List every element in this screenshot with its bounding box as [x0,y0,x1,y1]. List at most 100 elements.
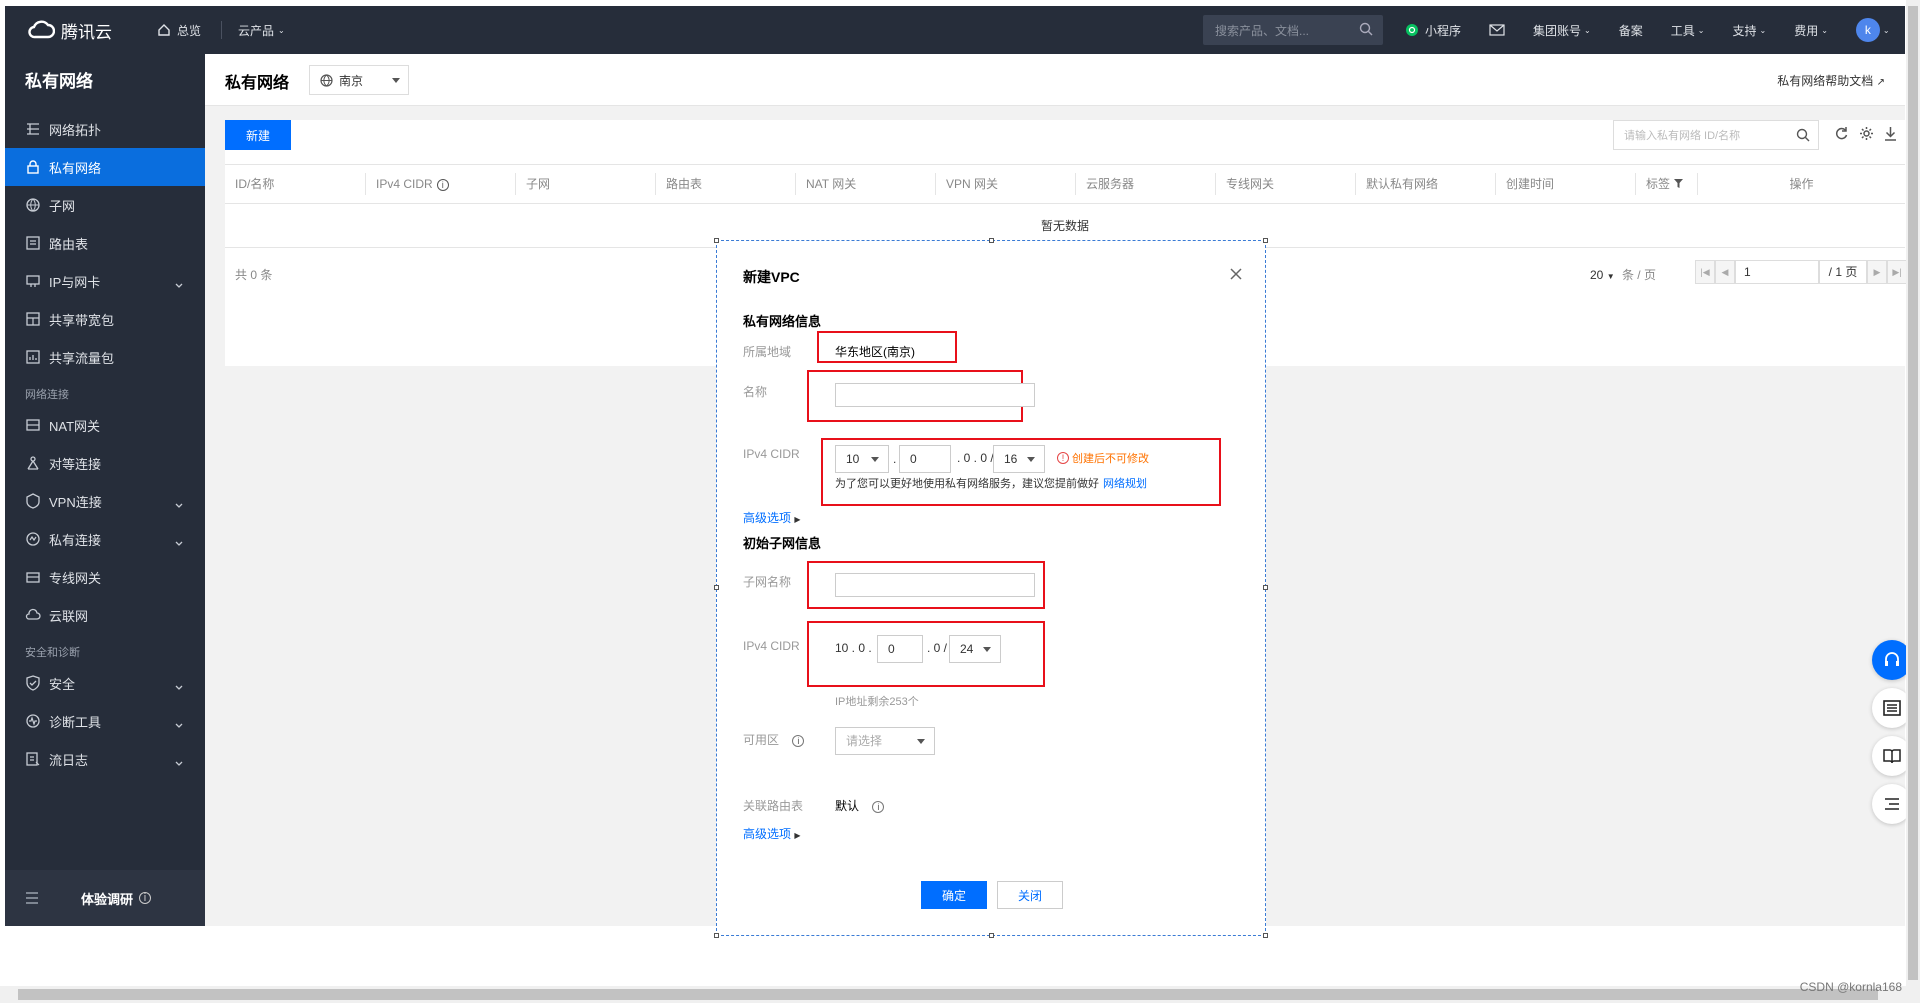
region-select[interactable]: 南京 [309,65,409,95]
sidebar-item-shield[interactable]: 安全 [5,664,205,702]
cidr-suffix: . 0 . 0 / [957,451,994,465]
confirm-button[interactable]: 确定 [921,881,987,909]
resize-handle[interactable] [714,585,719,590]
chevron-down-icon: ⌄ [278,25,285,35]
group-account-menu[interactable]: 集团账号 ⌄ [1533,22,1591,39]
refresh-icon[interactable] [1834,126,1849,141]
sidebar-item-label: 诊断工具 [49,714,102,730]
sidebar-item-network-card[interactable]: IP与网卡 [5,262,205,300]
column-header-label: 默认私有网络 [1366,177,1439,191]
tencent-cloud-logo[interactable]: 腾讯云 [27,18,127,43]
zone-label-text: 可用区 [743,733,780,747]
caret-down-icon [1027,457,1035,462]
close-icon[interactable] [1229,267,1243,281]
resize-handle[interactable] [989,933,994,938]
filing-link[interactable]: 备案 [1619,22,1643,39]
watermark: CSDN @kornla168 [1799,980,1902,994]
peering-icon [25,455,41,471]
sidebar: 私有网络 网络拓扑 私有网络 子网 路由表 IP与网卡 共享带宽包 共享流量包 网络连接 N… [5,54,205,926]
zone-placeholder: 请选择 [846,734,883,748]
sidebar-item-route-table[interactable]: 路由表 [5,224,205,262]
subnet-name-input[interactable] [835,573,1035,597]
sidebar-item-label: 私有网络 [49,160,102,176]
column-header: 云服务器 [1075,173,1215,195]
zone-select[interactable]: 请选择 [835,727,935,755]
global-search-input[interactable]: 搜索产品、文档... [1203,15,1383,45]
column-header-label: 创建时间 [1506,177,1555,191]
sidebar-item-private-link[interactable]: 私有连接 [5,520,205,558]
support-label: 支持 [1732,23,1757,38]
resize-handle[interactable] [714,238,719,243]
advanced-options-link-2[interactable]: 高级选项 ▶ [743,825,801,842]
overview-link[interactable]: 总览 [157,22,201,39]
user-menu[interactable]: k ⌄ [1855,18,1890,42]
mini-program-link[interactable]: 小程序 [1405,22,1461,39]
tools-menu[interactable]: 工具 ⌄ [1671,22,1705,39]
info-icon[interactable]: i [436,178,449,191]
survey-link[interactable]: 体验调研 [81,889,133,908]
vpc-name-input[interactable] [835,383,1035,407]
products-menu[interactable]: 云产品 ⌄ [238,22,285,39]
globe-icon [25,197,41,213]
resize-handle[interactable] [714,933,719,938]
filter-icon[interactable] [1670,177,1684,191]
next-page-button[interactable]: ▶ [1867,260,1887,284]
page-number-input[interactable]: 1 [1735,260,1819,284]
sidebar-item-traffic[interactable]: 共享流量包 [5,338,205,376]
vertical-scrollbar[interactable] [1906,0,1920,1003]
settings-gear-icon[interactable] [1859,126,1874,141]
sidebar-item-globe[interactable]: 子网 [5,186,205,224]
first-page-button[interactable]: |◀ [1695,260,1715,284]
support-menu[interactable]: 支持 ⌄ [1732,22,1766,39]
sidebar-item-nat[interactable]: NAT网关 [5,406,205,444]
subnet-mask-select[interactable]: 24 [949,635,1001,663]
sidebar-item-topology[interactable]: 网络拓扑 [5,110,205,148]
mail-button[interactable] [1489,24,1505,36]
resize-handle[interactable] [989,238,994,243]
sidebar-item-flow-log[interactable]: 流日志 [5,740,205,778]
page-size-select[interactable]: 20 ▼ 条 / 页 [1590,266,1656,283]
search-icon[interactable] [1796,128,1810,142]
sidebar-item-bandwidth[interactable]: 共享带宽包 [5,300,205,338]
sidebar-item-dc-gateway[interactable]: 专线网关 [5,558,205,596]
close-button[interactable]: 关闭 [997,881,1063,909]
column-header: NAT 网关 [795,173,935,195]
resize-handle[interactable] [1263,585,1268,590]
prev-page-button[interactable]: ◀ [1715,260,1735,284]
new-vpc-dialog: 新建VPC 私有网络信息 所属地域 华东地区(南京) 名称 IPv4 CIDR … [714,238,1268,938]
network-planning-link[interactable]: 网络规划 [1103,478,1147,490]
sidebar-item-lock[interactable]: 私有网络 [5,148,205,186]
resize-handle[interactable] [1263,238,1268,243]
sidebar-item-diagnose[interactable]: 诊断工具 [5,702,205,740]
sidebar-item-ccn[interactable]: 云联网 [5,596,205,634]
column-header: ID/名称 [225,173,365,195]
cidr-octet-b-input[interactable]: 0 [899,445,951,473]
vpc-search-input[interactable]: 请输入私有网络 ID/名称 [1613,120,1819,150]
sidebar-item-peering[interactable]: 对等连接 [5,444,205,482]
scrollbar-thumb[interactable] [1908,6,1918,980]
new-vpc-button[interactable]: 新建 [225,120,291,150]
cidr-mask-select[interactable]: 16 [993,445,1045,473]
chevron-down-icon: ⌄ [1821,25,1828,35]
collapse-menu-icon[interactable] [25,892,39,904]
help-doc-link[interactable]: 私有网络帮助文档 ↗ [1777,72,1885,89]
scrollbar-thumb[interactable] [18,989,1878,1000]
sidebar-item-vpn[interactable]: VPN连接 [5,482,205,520]
column-header: IPv4 CIDR i [365,173,515,195]
subnet-name-label: 子网名称 [743,575,792,589]
page-title: 私有网络 [225,75,290,92]
subnet-octet-c-input[interactable]: 0 [877,635,923,663]
advanced-options-link[interactable]: 高级选项 ▶ [743,509,801,526]
fees-menu[interactable]: 费用 ⌄ [1794,22,1828,39]
cidr-hint-text: 为了您可以更好地使用私有网络服务，建议您提前做好 [835,478,1099,490]
last-page-button[interactable]: ▶| [1887,260,1907,284]
info-icon: i [792,735,805,747]
column-header-label: 操作 [1789,177,1814,191]
sidebar-item-label: 路由表 [49,236,89,252]
resize-handle[interactable] [1263,933,1268,938]
column-header-label: 路由表 [666,177,703,191]
page-header: 私有网络 南京 私有网络帮助文档 ↗ [205,54,1905,106]
download-icon[interactable] [1884,126,1897,141]
horizontal-scrollbar[interactable] [0,986,1906,1003]
cidr-octet-a-select[interactable]: 10 [835,445,889,473]
